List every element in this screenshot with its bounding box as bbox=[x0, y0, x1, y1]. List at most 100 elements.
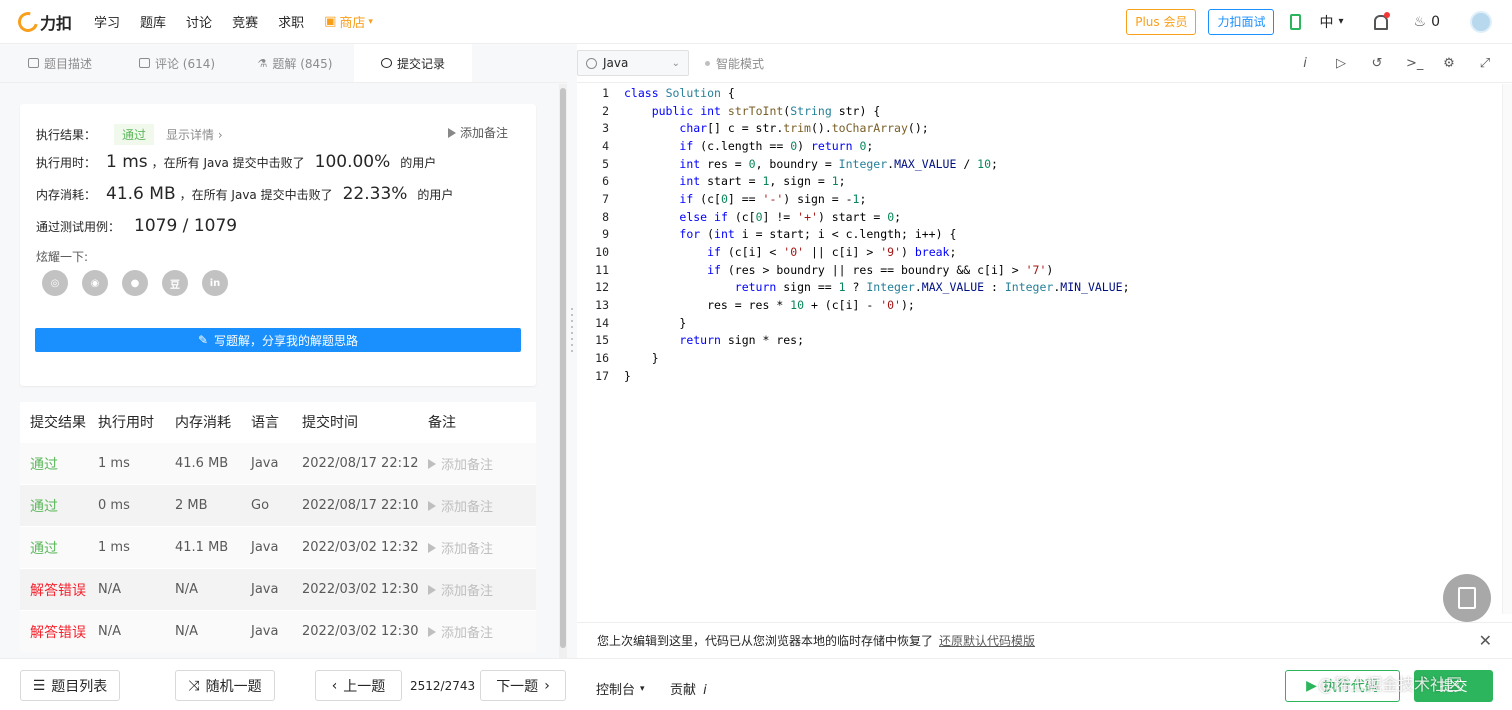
code-line[interactable]: 5 int res = 0, boundry = Integer.MAX_VAL… bbox=[577, 155, 1512, 173]
random-problem-button[interactable]: ⤨ 随机一题 bbox=[175, 670, 275, 701]
submit-time-cell: 2022/08/17 22:10 bbox=[302, 498, 419, 513]
memory-cell: N/A bbox=[175, 582, 198, 597]
fullscreen-icon[interactable]: ⤢ bbox=[1478, 56, 1492, 71]
status-cell[interactable]: 解答错误 bbox=[20, 622, 98, 642]
code-line[interactable]: 6 int start = 1, sign = 1; bbox=[577, 172, 1512, 190]
mobile-app-icon[interactable] bbox=[1290, 13, 1302, 30]
wechat-icon[interactable]: ◎ bbox=[42, 270, 68, 296]
plus-member-button[interactable]: Plus 会员 bbox=[1126, 8, 1197, 35]
reset-icon[interactable]: ↺ bbox=[1370, 56, 1384, 71]
add-note-cell[interactable]: 添加备注 bbox=[428, 496, 536, 515]
table-row[interactable]: 解答错误 N/A N/A Java 2022/03/02 12:30 添加备注 bbox=[20, 610, 536, 652]
line-number: 3 bbox=[602, 121, 609, 136]
nav-link-shop[interactable]: ▣ 商店 ▾ bbox=[324, 12, 373, 31]
share-row: 炫耀一下: bbox=[36, 248, 88, 265]
table-row[interactable]: 解答错误 N/A N/A Java 2022/03/02 12:30 添加备注 bbox=[20, 568, 536, 610]
status-cell[interactable]: 通过 bbox=[20, 454, 98, 474]
add-note-cell[interactable]: 添加备注 bbox=[428, 580, 536, 599]
flame-counter[interactable]: ♨ 0 bbox=[1414, 14, 1440, 30]
tab-comments[interactable]: 评论 (614) bbox=[118, 44, 236, 82]
status-cell[interactable]: 解答错误 bbox=[20, 580, 98, 600]
table-row[interactable]: 通过 1 ms 41.6 MB Java 2022/08/17 22:12 添加备注 bbox=[20, 442, 536, 484]
add-note-cell[interactable]: 添加备注 bbox=[428, 454, 536, 473]
table-header: 提交结果 执行用时 内存消耗 语言 提交时间 备注 bbox=[20, 402, 536, 442]
code-line[interactable]: 16 } bbox=[577, 349, 1512, 367]
panel-splitter[interactable] bbox=[567, 44, 577, 658]
language-select[interactable]: 中 ▾ bbox=[1319, 12, 1343, 32]
contribute-button[interactable]: 贡献 i bbox=[670, 679, 707, 698]
console-toggle[interactable]: 控制台 ▾ bbox=[596, 679, 645, 698]
show-details-link[interactable]: 显示详情 › bbox=[166, 126, 223, 143]
terminal-icon[interactable]: >_ bbox=[1406, 56, 1423, 71]
language-picker[interactable]: Java ⌄ bbox=[577, 50, 689, 76]
run-code-label: 执行代码 bbox=[1322, 679, 1379, 695]
col-header-memory: 内存消耗 bbox=[175, 415, 231, 431]
table-row[interactable]: 通过 1 ms 41.1 MB Java 2022/03/02 12:32 添加备注 bbox=[20, 526, 536, 568]
code-line[interactable]: 1 class Solution { bbox=[577, 84, 1512, 102]
problem-list-button[interactable]: ☰ 题目列表 bbox=[20, 670, 120, 701]
nav-link-contest[interactable]: 竞赛 bbox=[232, 12, 258, 31]
run-triangle-icon[interactable]: ▷ bbox=[1334, 56, 1348, 71]
line-number: 9 bbox=[602, 227, 609, 242]
editor-scrollbar[interactable] bbox=[1502, 84, 1512, 614]
run-code-button[interactable]: ▶ 执行代码 bbox=[1285, 670, 1400, 702]
code-line[interactable]: 9 for (int i = start; i < c.length; i++)… bbox=[577, 226, 1512, 244]
prev-problem-button[interactable]: ‹ 上一题 bbox=[315, 670, 402, 701]
code-line[interactable]: 15 return sign * res; bbox=[577, 332, 1512, 350]
submit-button[interactable]: 提交 bbox=[1414, 670, 1493, 702]
code-editor[interactable]: 1 class Solution {2 public int strToInt(S… bbox=[577, 84, 1512, 614]
add-note-label: 添加备注 bbox=[459, 126, 508, 140]
tab-description[interactable]: 题目描述 bbox=[0, 44, 118, 82]
code-line[interactable]: 13 res = res * 10 + (c[i] - '0'); bbox=[577, 296, 1512, 314]
smart-mode-toggle[interactable]: 智能模式 bbox=[705, 55, 764, 72]
line-number: 7 bbox=[602, 191, 609, 206]
language-cell: Java bbox=[251, 456, 279, 471]
nav-link-learn[interactable]: 学习 bbox=[94, 12, 120, 31]
close-icon[interactable]: ✕ bbox=[1479, 631, 1492, 650]
exec-result-label: 执行结果： bbox=[36, 128, 97, 142]
col-header-note: 备注 bbox=[428, 415, 456, 431]
line-number: 5 bbox=[602, 156, 609, 171]
code-line[interactable]: 14 } bbox=[577, 314, 1512, 332]
code-line[interactable]: 4 if (c.length == 0) return 0; bbox=[577, 137, 1512, 155]
notebook-float-button[interactable] bbox=[1443, 574, 1491, 622]
code-text: } bbox=[624, 315, 687, 330]
linkedin-icon[interactable]: in bbox=[202, 270, 228, 296]
code-line[interactable]: 10 if (c[i] < '0' || c[i] > '9') break; bbox=[577, 243, 1512, 261]
status-cell[interactable]: 通过 bbox=[20, 496, 98, 516]
qq-icon[interactable]: ● bbox=[122, 270, 148, 296]
code-line[interactable]: 8 else if (c[0] != '+') start = 0; bbox=[577, 208, 1512, 226]
language-cell: Java bbox=[251, 582, 279, 597]
settings-gear-icon[interactable]: ⚙ bbox=[1442, 56, 1456, 71]
problem-list-label: 题目列表 bbox=[51, 678, 108, 695]
shuffle-icon: ⤨ bbox=[188, 677, 200, 694]
weibo-icon[interactable]: ◉ bbox=[82, 270, 108, 296]
code-line[interactable]: 17} bbox=[577, 367, 1512, 385]
table-row[interactable]: 通过 0 ms 2 MB Go 2022/08/17 22:10 添加备注 bbox=[20, 484, 536, 526]
tab-solutions[interactable]: ⚗ 题解 (845) bbox=[236, 44, 354, 82]
code-line[interactable]: 2 public int strToInt(String str) { bbox=[577, 102, 1512, 120]
avatar[interactable] bbox=[1470, 10, 1492, 33]
tab-submissions[interactable]: 提交记录 bbox=[354, 44, 472, 82]
notification-bell-icon[interactable] bbox=[1372, 11, 1390, 30]
code-line[interactable]: 3 char[] c = str.trim().toCharArray(); bbox=[577, 119, 1512, 137]
add-note-cell[interactable]: 添加备注 bbox=[428, 622, 536, 641]
add-note-cell[interactable]: 添加备注 bbox=[428, 538, 536, 557]
code-line[interactable]: 7 if (c[0] == '-') sign = -1; bbox=[577, 190, 1512, 208]
status-cell[interactable]: 通过 bbox=[20, 538, 98, 558]
code-line[interactable]: 11 if (res > boundry || res == boundry &… bbox=[577, 261, 1512, 279]
interview-button[interactable]: 力扣面试 bbox=[1208, 8, 1275, 35]
code-line[interactable]: 12 return sign == 1 ? Integer.MAX_VALUE … bbox=[577, 279, 1512, 297]
douban-icon[interactable]: 豆 bbox=[162, 270, 188, 296]
nav-link-jobs[interactable]: 求职 bbox=[278, 12, 304, 31]
info-italic-icon[interactable]: i bbox=[1298, 56, 1312, 71]
logo[interactable]: 力扣 bbox=[14, 7, 72, 36]
add-note-button[interactable]: 添加备注 bbox=[447, 124, 508, 141]
next-problem-button[interactable]: 下一题 › bbox=[480, 670, 566, 701]
nav-link-problems[interactable]: 题库 bbox=[140, 12, 166, 31]
restore-default-link[interactable]: 还原默认代码模版 bbox=[939, 632, 1035, 649]
write-solution-button[interactable]: ✎ 写题解，分享我的解题思路 bbox=[35, 328, 521, 352]
left-scrollbar-thumb[interactable] bbox=[560, 88, 566, 648]
contribute-label: 贡献 bbox=[670, 683, 697, 698]
nav-link-discuss[interactable]: 讨论 bbox=[186, 12, 212, 31]
